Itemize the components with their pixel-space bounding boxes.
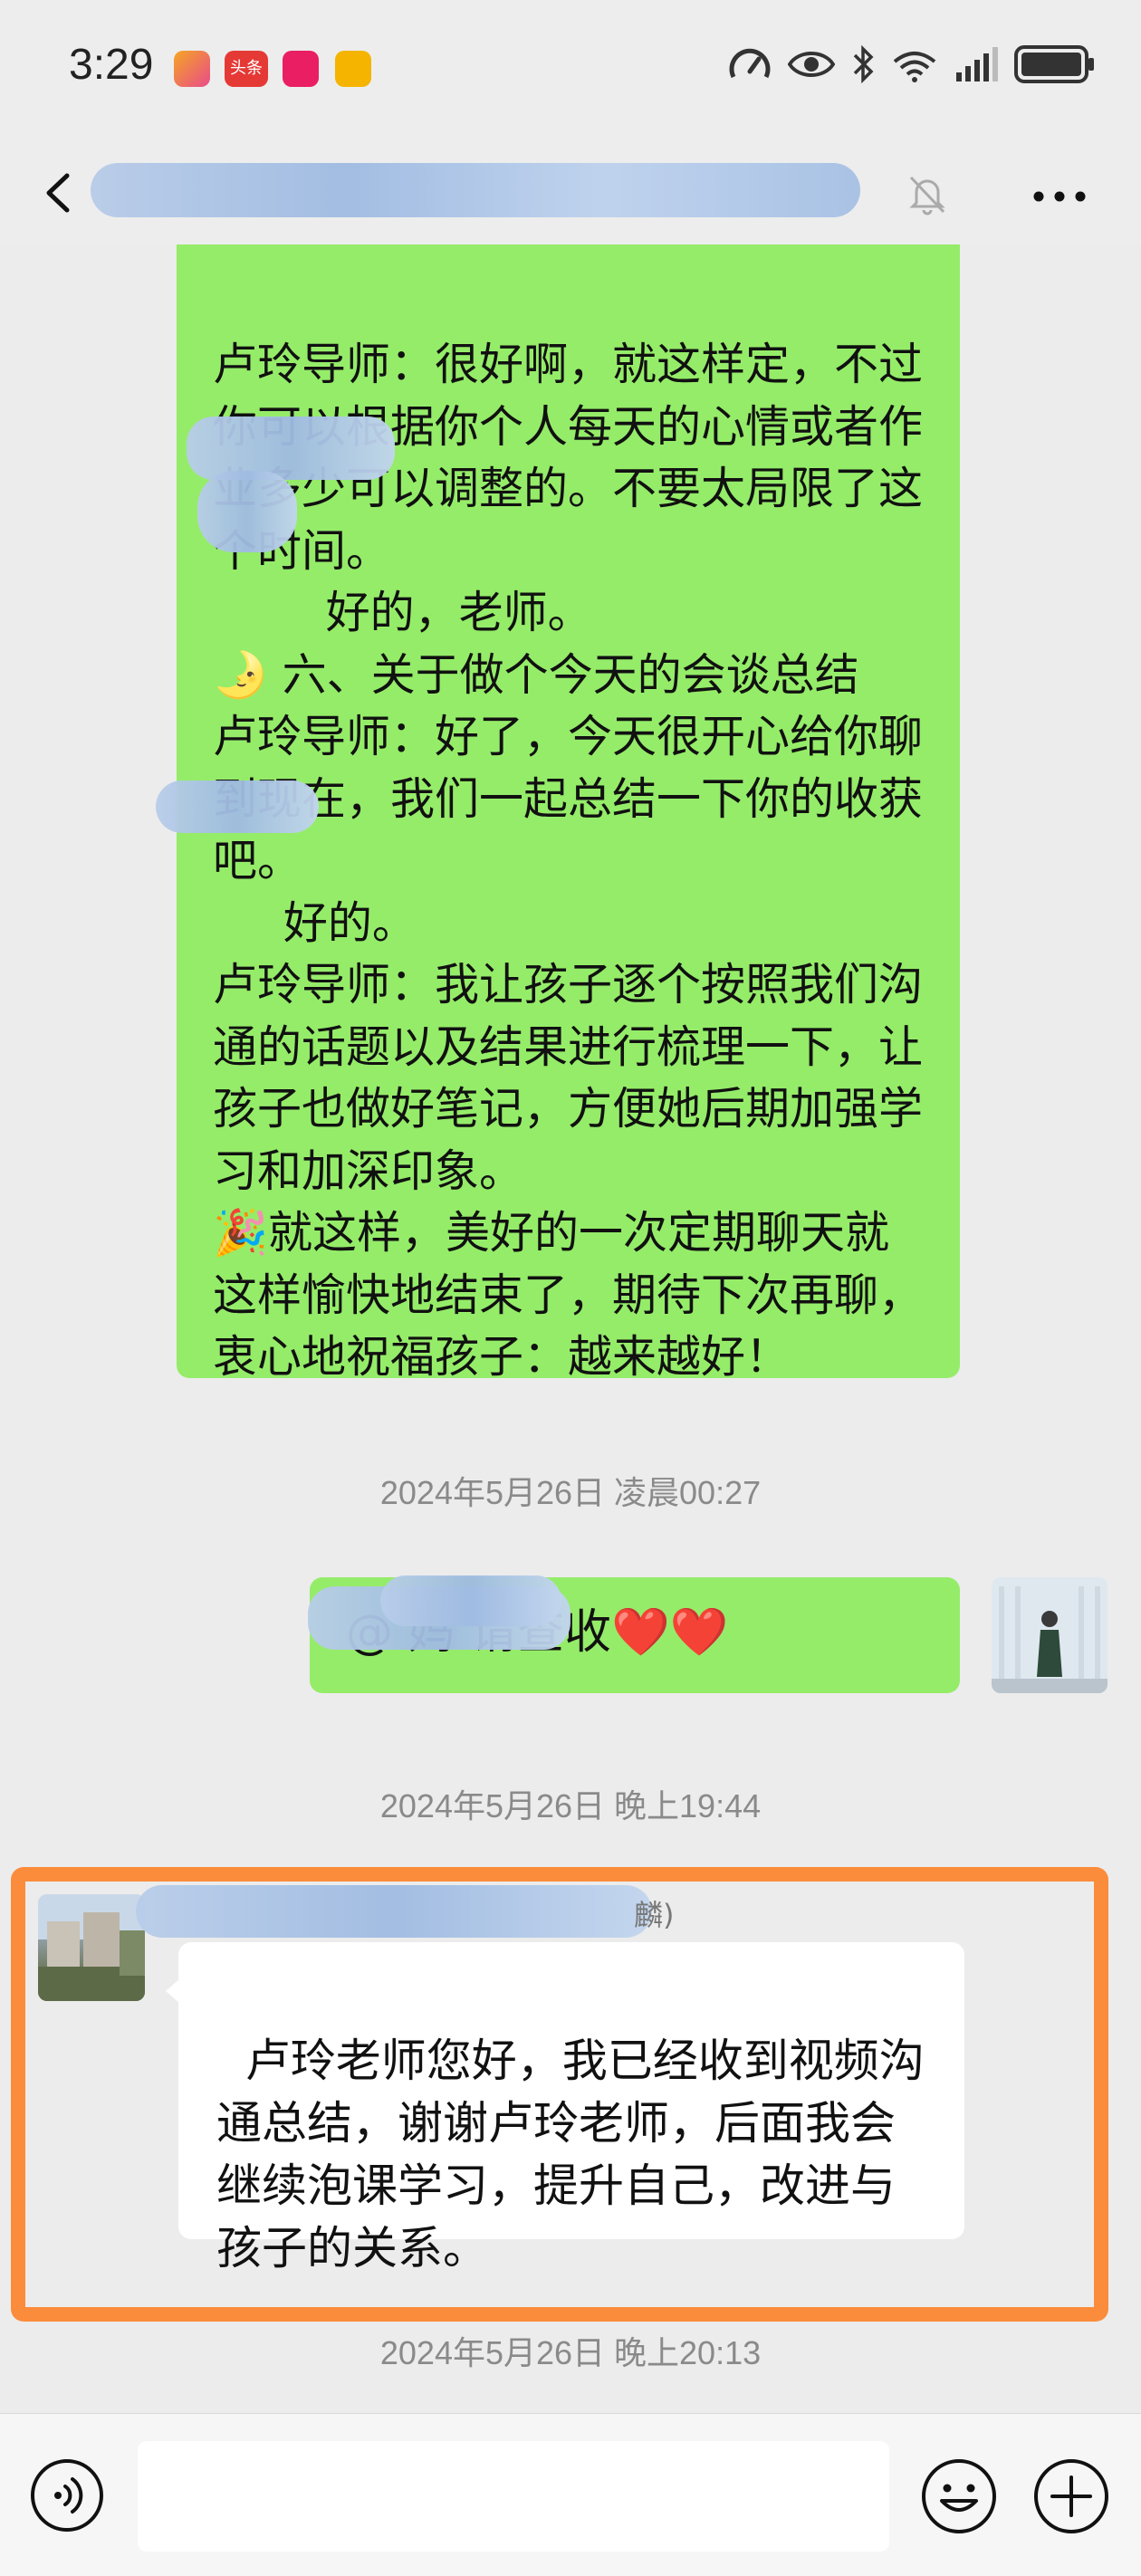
wifi-6-icon [893,52,936,82]
emoji-icon[interactable] [920,2457,998,2535]
redacted-mention-blur [380,1575,561,1626]
avatar[interactable] [992,1577,1107,1693]
sender-name: 麟) [634,1898,675,1932]
other-avatar-image [38,1894,145,2001]
status-time: 3:29 [69,41,154,89]
more-dots-icon[interactable] [1032,190,1087,203]
redacted-name-blur [197,471,297,552]
toutiao-app-icon: 头条 [225,51,268,87]
chat-title-redacted [91,163,860,217]
plus-circle-icon[interactable] [1032,2457,1110,2535]
redacted-name-blur [187,417,395,480]
chevron-left-icon[interactable] [36,170,82,215]
input-bar [0,2413,1141,2576]
message-text: 卢玲导师：很好啊，就这样定，不过你可以根据你个人每天的心情或者作业多少可以调整的… [213,339,924,1378]
shopping-app-icon [283,51,319,87]
timestamp: 2024年5月26日 晚上19:44 [379,1787,762,1824]
eye-icon [788,52,835,77]
signal-icon [956,47,998,81]
timestamp: 2024年5月26日 晚上20:13 [379,2334,762,2371]
bell-off-icon [909,176,945,215]
coupon-app-icon [335,51,371,87]
voice-icon[interactable] [29,2457,105,2533]
status-bar: 3:29 头条 [0,0,1141,145]
message-text: 卢玲老师您好，我已经收到视频沟通总结，谢谢卢玲老师，后面我会继续泡课学习，提升自… [216,2035,925,2274]
avatar[interactable] [38,1894,145,2001]
redacted-sender-blur [136,1885,652,1938]
tencent-app-icon [174,51,210,87]
chat-header [0,145,1141,244]
message-input[interactable] [138,2441,889,2552]
received-message-bubble[interactable]: 卢玲老师您好，我已经收到视频沟通总结，谢谢卢玲老师，后面我会继续泡课学习，提升自… [166,1942,964,2274]
timestamp: 2024年5月26日 凌晨00:27 [379,1474,762,1511]
self-avatar-image [992,1577,1107,1693]
status-icons [728,45,1096,83]
redacted-name-blur [156,780,319,833]
battery-icon [1014,45,1094,83]
data-speed-icon [729,48,771,79]
bluetooth-icon [853,45,874,83]
